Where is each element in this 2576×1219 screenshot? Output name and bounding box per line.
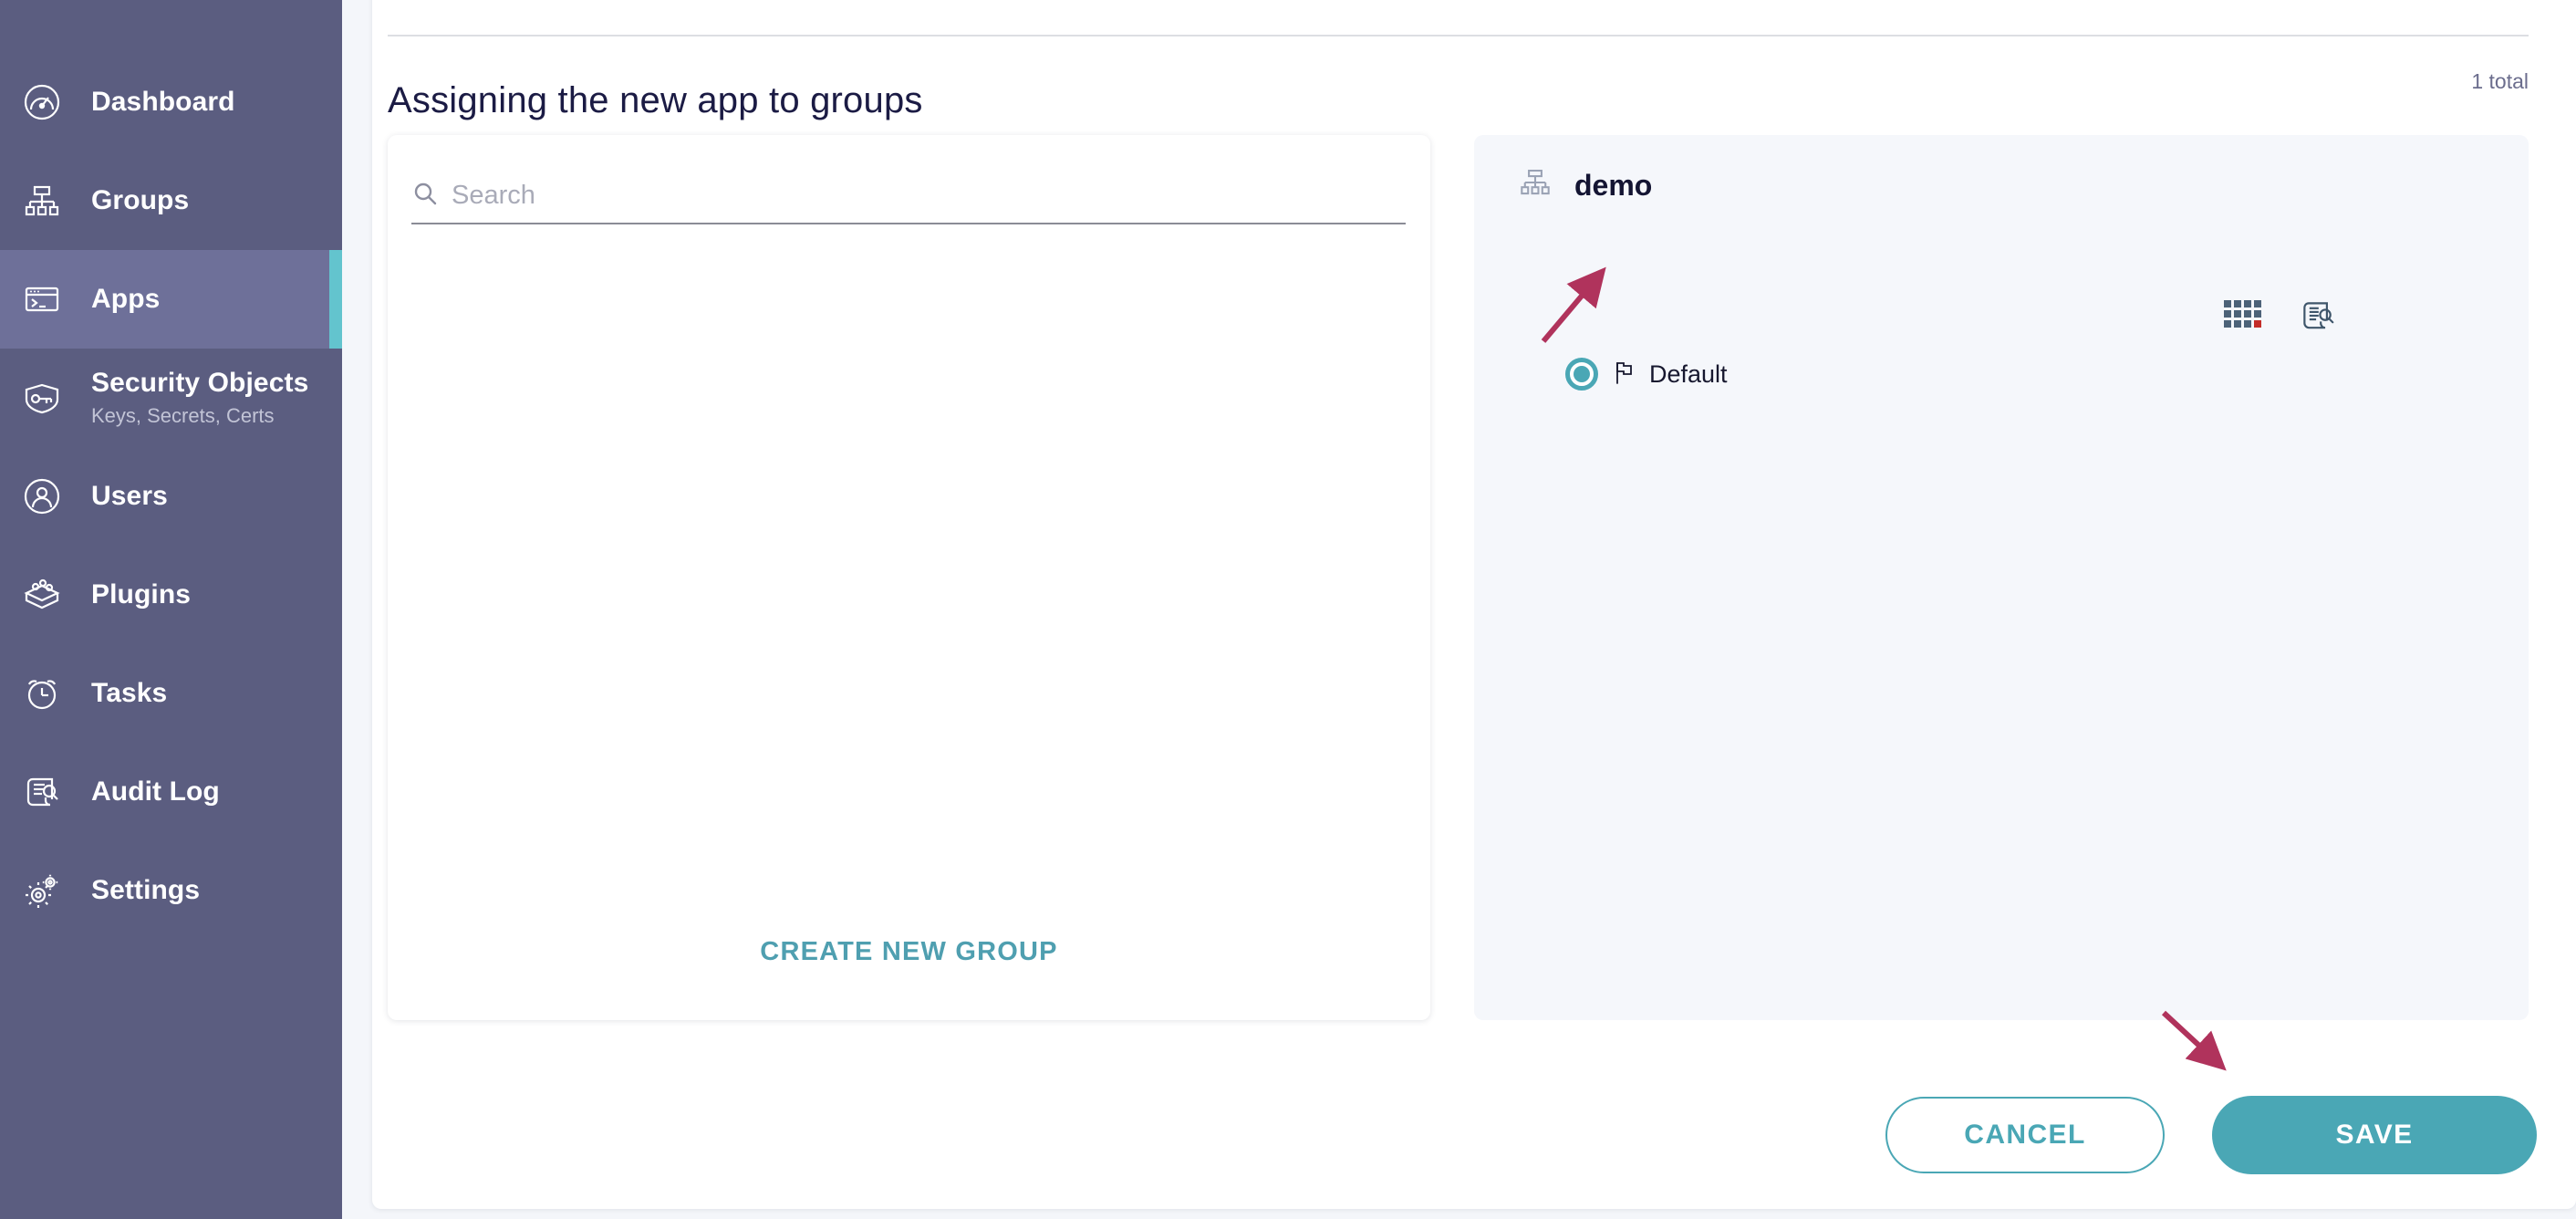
- sidebar-item-apps[interactable]: Apps: [0, 250, 342, 349]
- sidebar-item-text: Apps: [91, 284, 160, 316]
- save-button[interactable]: SAVE: [2212, 1096, 2537, 1174]
- role-radio-default[interactable]: [1565, 358, 1598, 391]
- alarm-clock-icon: [13, 673, 71, 714]
- flag-icon: [1613, 359, 1636, 390]
- sidebar-item-dashboard[interactable]: Dashboard: [0, 53, 342, 151]
- search-row: [411, 180, 1406, 224]
- org-chart-icon: [1518, 165, 1553, 204]
- security-objects-grid-icon[interactable]: [2224, 300, 2262, 336]
- role-radio-inner: [1574, 366, 1590, 382]
- sidebar-item-label: Audit Log: [91, 776, 220, 808]
- scroll-search-icon: [13, 772, 71, 812]
- sidebar-item-users[interactable]: Users: [0, 447, 342, 546]
- sidebar: Dashboard Groups: [0, 0, 342, 1219]
- user-circle-icon: [13, 476, 71, 516]
- sidebar-item-label: Plugins: [91, 579, 191, 611]
- plugin-brick-icon: [13, 575, 71, 615]
- audit-log-scroll-icon[interactable]: [2299, 297, 2335, 339]
- main-content: Assigning the new app to groups 1 total: [342, 0, 2576, 1219]
- create-new-group-button[interactable]: CREATE NEW GROUP: [388, 937, 1430, 967]
- search-input[interactable]: [452, 181, 1364, 211]
- search-icon: [411, 180, 439, 212]
- sidebar-item-label: Users: [91, 481, 168, 513]
- sidebar-item-text: Plugins: [91, 579, 191, 611]
- dashboard-gauge-icon: [13, 82, 71, 122]
- group-picker-card: CREATE NEW GROUP: [388, 135, 1430, 1020]
- sidebar-item-label: Apps: [91, 284, 160, 316]
- shield-key-icon: [13, 378, 71, 418]
- sidebar-item-text: Groups: [91, 185, 189, 217]
- total-count-label: 1 total: [2471, 69, 2529, 94]
- panel-gap: [1430, 135, 1474, 1020]
- sidebar-item-text: Users: [91, 481, 168, 513]
- gears-icon: [13, 870, 71, 911]
- panel-tools: [2224, 297, 2335, 339]
- app-root: Dashboard Groups: [0, 0, 2576, 1219]
- sidebar-item-label: Security Objects: [91, 368, 308, 400]
- sidebar-item-text: Tasks: [91, 678, 167, 710]
- page-header: Assigning the new app to groups 1 total: [388, 57, 2529, 114]
- sidebar-item-label: Groups: [91, 185, 189, 217]
- content-card: Assigning the new app to groups 1 total: [372, 0, 2576, 1209]
- page-title: Assigning the new app to groups: [388, 82, 923, 119]
- assignment-panels: CREATE NEW GROUP: [388, 135, 2529, 1020]
- sidebar-item-text: Settings: [91, 875, 200, 907]
- assigned-group-name: demo: [1574, 171, 1652, 200]
- sidebar-item-tasks[interactable]: Tasks: [0, 644, 342, 743]
- assigned-group-panel: demo Default: [1474, 135, 2529, 1020]
- sidebar-item-text: Dashboard: [91, 87, 235, 119]
- org-chart-icon: [13, 181, 71, 221]
- sidebar-item-plugins[interactable]: Plugins: [0, 546, 342, 644]
- terminal-window-icon: [13, 279, 71, 319]
- sidebar-item-security-objects[interactable]: Security Objects Keys, Secrets, Certs: [0, 349, 342, 447]
- sidebar-item-groups[interactable]: Groups: [0, 151, 342, 250]
- sidebar-item-label: Tasks: [91, 678, 167, 710]
- sidebar-item-text: Security Objects Keys, Secrets, Certs: [91, 368, 308, 428]
- header-divider: [388, 35, 2529, 36]
- assigned-role-row: Default: [1565, 358, 1728, 391]
- role-label: Default: [1649, 360, 1728, 389]
- footer-actions: CANCEL SAVE: [1885, 1096, 2537, 1174]
- sidebar-item-label: Settings: [91, 875, 200, 907]
- sidebar-item-label: Dashboard: [91, 87, 235, 119]
- sidebar-item-audit-log[interactable]: Audit Log: [0, 743, 342, 841]
- cancel-button[interactable]: CANCEL: [1885, 1097, 2165, 1173]
- sidebar-item-text: Audit Log: [91, 776, 220, 808]
- assigned-group-header: demo: [1518, 165, 1652, 204]
- sidebar-item-settings[interactable]: Settings: [0, 841, 342, 940]
- sidebar-item-sublabel: Keys, Secrets, Certs: [91, 404, 308, 428]
